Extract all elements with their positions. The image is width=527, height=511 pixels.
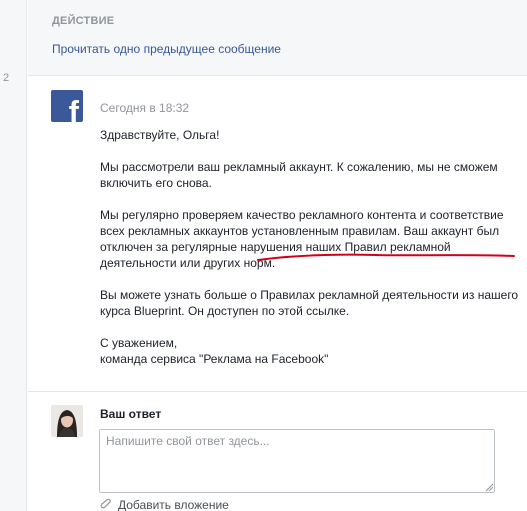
message-closing-line-1: С уважением, xyxy=(100,336,178,350)
message-body: Здравствуйте, Ольга! Мы рассмотрели ваш … xyxy=(100,127,520,367)
add-attachment-label: Добавить вложение xyxy=(118,498,229,511)
read-previous-message-link[interactable]: Прочитать одно предыдущее сообщение xyxy=(52,42,281,56)
message: f Сегодня в 18:32 Здравствуйте, Ольга! М… xyxy=(28,77,527,392)
reply-input[interactable] xyxy=(99,429,495,493)
message-closing-line-2: команда сервиса "Реклама на Facebook" xyxy=(100,352,329,366)
message-paragraph-2: Мы регулярно проверяем качество рекламно… xyxy=(100,208,504,270)
reply-section: Ваш ответ Добавить вложение xyxy=(28,393,527,511)
reply-title: Ваш ответ xyxy=(100,407,162,421)
left-gutter: 2 xyxy=(0,0,27,511)
message-timestamp: Сегодня в 18:32 xyxy=(100,101,190,115)
gutter-number: 2 xyxy=(3,72,10,84)
message-paragraph-1: Мы рассмотрели ваш рекламный аккаунт. К … xyxy=(100,160,498,190)
avatar xyxy=(51,405,83,437)
add-attachment-button[interactable]: Добавить вложение xyxy=(100,498,229,511)
paperclip-icon xyxy=(100,499,111,509)
action-heading: ДЕЙСТВИЕ xyxy=(52,15,115,27)
action-section: ДЕЙСТВИЕ Прочитать одно предыдущее сообщ… xyxy=(28,0,527,76)
facebook-logo-icon: f xyxy=(51,90,83,122)
message-paragraph-3: Вы можете узнать больше о Правилах рекла… xyxy=(100,288,519,318)
message-greeting: Здравствуйте, Ольга! xyxy=(100,128,220,142)
